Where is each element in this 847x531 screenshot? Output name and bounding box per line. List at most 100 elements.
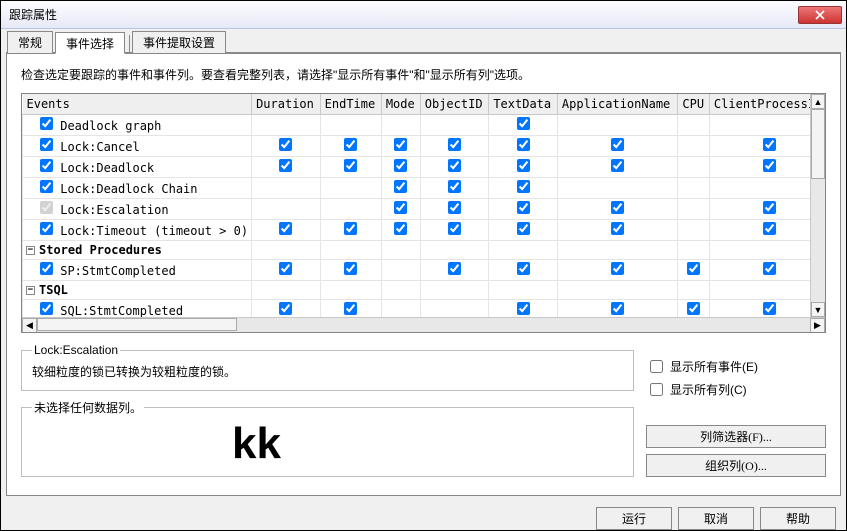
- grid-cell[interactable]: [420, 199, 489, 220]
- grid-cell[interactable]: [709, 241, 825, 260]
- grid-cell[interactable]: [709, 178, 825, 199]
- grid-cell[interactable]: [252, 136, 321, 157]
- grid-cell[interactable]: [381, 115, 420, 136]
- column-checkbox[interactable]: [448, 159, 461, 172]
- column-checkbox[interactable]: [394, 222, 407, 235]
- event-enable-checkbox[interactable]: [40, 222, 53, 235]
- column-checkbox[interactable]: [763, 262, 776, 275]
- column-checkbox[interactable]: [344, 262, 357, 275]
- column-checkbox[interactable]: [611, 222, 624, 235]
- grid-cell[interactable]: [320, 157, 381, 178]
- grid-cell[interactable]: [557, 281, 678, 300]
- event-enable-checkbox[interactable]: [40, 180, 53, 193]
- show-all-events-option[interactable]: 显示所有事件(E): [646, 357, 826, 376]
- grid-cell[interactable]: [381, 178, 420, 199]
- grid-cell[interactable]: [320, 260, 381, 281]
- grid-cell[interactable]: [557, 220, 678, 241]
- grid-cell[interactable]: [678, 281, 710, 300]
- column-header[interactable]: EndTime: [320, 94, 381, 115]
- event-name-cell[interactable]: Lock:Cancel: [23, 136, 252, 157]
- grid-cell[interactable]: [252, 260, 321, 281]
- column-checkbox[interactable]: [517, 180, 530, 193]
- grid-cell[interactable]: [678, 178, 710, 199]
- event-enable-checkbox[interactable]: [40, 117, 53, 130]
- grid-cell[interactable]: [489, 178, 558, 199]
- grid-cell[interactable]: [252, 300, 321, 318]
- organize-columns-button[interactable]: 组织列(O)...: [646, 454, 826, 477]
- tab-general[interactable]: 常规: [7, 31, 53, 53]
- event-name-cell[interactable]: Deadlock graph: [23, 115, 252, 136]
- help-button[interactable]: 帮助: [760, 507, 836, 530]
- grid-cell[interactable]: [420, 178, 489, 199]
- grid-cell[interactable]: [381, 220, 420, 241]
- vertical-scrollbar[interactable]: ▲ ▼: [810, 94, 825, 317]
- column-checkbox[interactable]: [344, 302, 357, 315]
- grid-cell[interactable]: [320, 136, 381, 157]
- expand-toggle-icon[interactable]: −: [26, 246, 35, 255]
- column-checkbox[interactable]: [687, 302, 700, 315]
- grid-cell[interactable]: [709, 115, 825, 136]
- column-checkbox[interactable]: [517, 302, 530, 315]
- column-checkbox[interactable]: [687, 262, 700, 275]
- column-checkbox[interactable]: [344, 138, 357, 151]
- grid-cell[interactable]: [557, 260, 678, 281]
- column-checkbox[interactable]: [763, 302, 776, 315]
- event-row[interactable]: Deadlock graph: [23, 115, 826, 136]
- column-header[interactable]: ObjectID: [420, 94, 489, 115]
- column-checkbox[interactable]: [517, 222, 530, 235]
- grid-viewport[interactable]: EventsDurationEndTimeModeObjectIDTextDat…: [22, 94, 825, 317]
- event-enable-checkbox[interactable]: [40, 262, 53, 275]
- grid-cell[interactable]: [678, 199, 710, 220]
- grid-cell[interactable]: [557, 115, 678, 136]
- grid-cell[interactable]: [489, 241, 558, 260]
- horizontal-scrollbar[interactable]: ◀ ▶: [22, 317, 825, 332]
- column-header[interactable]: ApplicationName: [557, 94, 678, 115]
- grid-cell[interactable]: [678, 136, 710, 157]
- column-checkbox[interactable]: [279, 262, 292, 275]
- grid-cell[interactable]: [320, 300, 381, 318]
- show-all-cols-checkbox[interactable]: [650, 383, 663, 396]
- column-checkbox[interactable]: [344, 159, 357, 172]
- grid-cell[interactable]: [489, 300, 558, 318]
- event-enable-checkbox[interactable]: [40, 138, 53, 151]
- column-header[interactable]: CPU: [678, 94, 710, 115]
- event-row[interactable]: Lock:Cancel: [23, 136, 826, 157]
- grid-cell[interactable]: [252, 281, 321, 300]
- grid-cell[interactable]: [557, 241, 678, 260]
- event-name-cell[interactable]: −TSQL: [23, 281, 252, 300]
- grid-cell[interactable]: [557, 199, 678, 220]
- event-enable-checkbox[interactable]: [40, 201, 53, 214]
- column-checkbox[interactable]: [763, 201, 776, 214]
- column-filter-button[interactable]: 列筛选器(F)...: [646, 425, 826, 448]
- grid-cell[interactable]: [489, 199, 558, 220]
- show-all-cols-option[interactable]: 显示所有列(C): [646, 380, 826, 399]
- scroll-track-v[interactable]: [811, 109, 825, 302]
- grid-cell[interactable]: [557, 157, 678, 178]
- event-name-cell[interactable]: Lock:Timeout (timeout > 0): [23, 220, 252, 241]
- column-checkbox[interactable]: [763, 138, 776, 151]
- grid-cell[interactable]: [709, 199, 825, 220]
- column-checkbox[interactable]: [279, 302, 292, 315]
- grid-cell[interactable]: [252, 178, 321, 199]
- grid-cell[interactable]: [420, 300, 489, 318]
- close-button[interactable]: [798, 6, 842, 24]
- grid-cell[interactable]: [420, 220, 489, 241]
- scroll-thumb-v[interactable]: [811, 109, 825, 179]
- column-checkbox[interactable]: [448, 222, 461, 235]
- grid-cell[interactable]: [320, 220, 381, 241]
- grid-cell[interactable]: [381, 260, 420, 281]
- event-enable-checkbox[interactable]: [40, 159, 53, 172]
- event-row[interactable]: SQL:StmtCompleted: [23, 300, 826, 318]
- cancel-button[interactable]: 取消: [678, 507, 754, 530]
- event-name-cell[interactable]: SP:StmtCompleted: [23, 260, 252, 281]
- scroll-track-h[interactable]: [37, 318, 810, 333]
- event-name-cell[interactable]: Lock:Deadlock: [23, 157, 252, 178]
- grid-cell[interactable]: [489, 136, 558, 157]
- grid-cell[interactable]: [420, 136, 489, 157]
- column-checkbox[interactable]: [394, 138, 407, 151]
- grid-cell[interactable]: [678, 260, 710, 281]
- expand-toggle-icon[interactable]: −: [26, 286, 35, 295]
- grid-cell[interactable]: [252, 241, 321, 260]
- grid-cell[interactable]: [420, 281, 489, 300]
- column-header[interactable]: Events: [23, 94, 252, 115]
